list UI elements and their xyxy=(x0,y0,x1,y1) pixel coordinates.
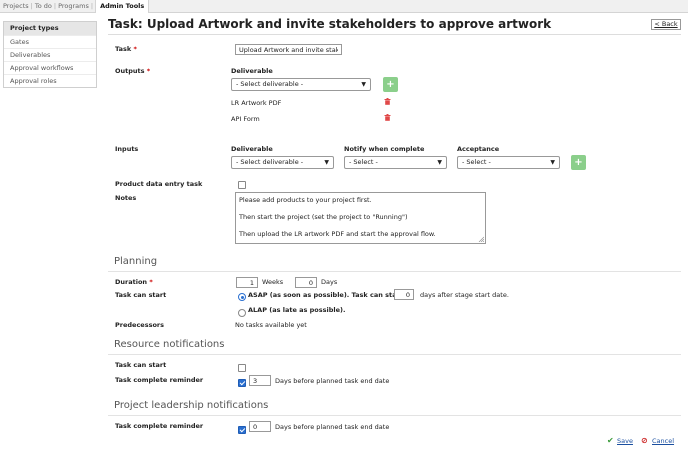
nav-separator: | xyxy=(90,2,94,10)
inputs-notify-header: Notify when complete xyxy=(344,145,425,153)
leadership-reminder-days-input[interactable] xyxy=(249,421,271,432)
duration-label: Duration * xyxy=(115,278,153,286)
asap-radio[interactable] xyxy=(238,293,246,301)
resource-reminder-label: Task complete reminder xyxy=(115,376,204,384)
section-divider xyxy=(108,415,681,416)
cancel-icon: ⊘ xyxy=(641,436,648,445)
inputs-deliverable-header: Deliverable xyxy=(231,145,273,153)
add-input-button[interactable]: + xyxy=(571,155,586,170)
nav-separator: | xyxy=(53,2,57,10)
inputs-label: Inputs xyxy=(115,145,139,153)
notes-line: Please add products to your project firs… xyxy=(239,196,372,204)
dropdown-arrow-icon: ▼ xyxy=(324,159,329,166)
product-data-entry-label: Product data entry task xyxy=(115,180,203,188)
leadership-reminder-checkbox[interactable] xyxy=(238,426,246,434)
asap-suffix: days after stage start date. xyxy=(420,291,509,299)
notes-line: Then start the project (set the project … xyxy=(239,213,408,221)
inputs-acceptance-header: Acceptance xyxy=(457,145,500,153)
alap-radio[interactable] xyxy=(238,309,246,317)
inputs-notify-select[interactable]: - Select - ▼ xyxy=(344,156,447,169)
nav-projects[interactable]: Projects xyxy=(3,2,29,10)
resource-task-can-start-label: Task can start xyxy=(115,361,167,369)
resize-grip-icon[interactable] xyxy=(478,236,484,242)
trash-icon[interactable] xyxy=(384,98,391,105)
nav-separator: | xyxy=(30,2,33,10)
planning-section-title: Planning xyxy=(114,256,158,267)
predecessors-label: Predecessors xyxy=(115,321,164,329)
save-button[interactable]: Save xyxy=(617,437,633,445)
dropdown-arrow-icon: ▼ xyxy=(437,159,442,166)
sidebar-item-gates[interactable]: Gates xyxy=(4,35,96,48)
alap-label: ALAP (as late as possible). xyxy=(248,306,346,314)
trash-icon[interactable] xyxy=(384,114,391,121)
resource-reminder-suffix: Days before planned task end date xyxy=(275,377,390,385)
task-can-start-label: Task can start xyxy=(115,291,167,299)
asap-days-input[interactable] xyxy=(394,289,414,300)
notes-line: Then upload the LR artwork PDF and start… xyxy=(239,230,436,238)
sidebar: Project types Gates Deliverables Approva… xyxy=(3,21,97,88)
section-divider xyxy=(108,354,681,355)
add-output-button[interactable]: + xyxy=(383,77,398,92)
dropdown-arrow-icon: ▼ xyxy=(361,81,366,88)
leadership-reminder-suffix: Days before planned task end date xyxy=(275,423,390,431)
page-title: Task: Upload Artwork and invite stakehol… xyxy=(108,17,552,31)
dropdown-arrow-icon: ▼ xyxy=(550,159,555,166)
output-item: LR Artwork PDF xyxy=(231,99,282,107)
nav-admin-tools[interactable]: Admin Tools xyxy=(95,0,150,13)
output-item: API Form xyxy=(231,115,260,123)
leadership-reminder-label: Task complete reminder xyxy=(115,422,204,430)
product-data-entry-checkbox[interactable] xyxy=(238,181,246,189)
days-unit-label: Days xyxy=(321,278,338,286)
predecessors-value: No tasks available yet xyxy=(235,321,307,329)
outputs-deliverable-header: Deliverable xyxy=(231,67,273,75)
resource-reminder-days-input[interactable] xyxy=(249,375,271,386)
title-divider xyxy=(108,34,681,35)
back-button[interactable]: < Back xyxy=(651,19,681,30)
asap-label: ASAP (as soon as possible). Task can sta… xyxy=(248,291,403,299)
top-navigation: Projects | To do | Programs | Admin Tools xyxy=(0,0,688,13)
sidebar-item-approval-workflows[interactable]: Approval workflows xyxy=(4,61,96,74)
checkmark-icon: ✔ xyxy=(607,436,614,445)
sidebar-item-deliverables[interactable]: Deliverables xyxy=(4,48,96,61)
resource-reminder-checkbox[interactable] xyxy=(238,379,246,387)
section-divider xyxy=(108,271,681,272)
cancel-button[interactable]: Cancel xyxy=(652,437,674,445)
outputs-deliverable-select[interactable]: - Select deliverable - ▼ xyxy=(231,78,371,91)
duration-days-input[interactable] xyxy=(295,277,317,288)
notes-label: Notes xyxy=(115,194,137,202)
sidebar-item-approval-roles[interactable]: Approval roles xyxy=(4,74,96,87)
weeks-unit-label: Weeks xyxy=(262,278,284,286)
leadership-notifications-title: Project leadership notifications xyxy=(114,400,269,411)
resource-task-can-start-checkbox[interactable] xyxy=(238,364,246,372)
sidebar-item-project-types[interactable]: Project types xyxy=(4,22,96,35)
duration-weeks-input[interactable] xyxy=(236,277,258,288)
task-label: Task * xyxy=(115,45,137,53)
resource-notifications-title: Resource notifications xyxy=(114,339,225,350)
inputs-acceptance-select[interactable]: - Select - ▼ xyxy=(457,156,560,169)
outputs-label: Outputs * xyxy=(115,67,151,75)
inputs-deliverable-select[interactable]: - Select deliverable - ▼ xyxy=(231,156,334,169)
nav-programs[interactable]: Programs xyxy=(58,2,89,10)
notes-textarea[interactable]: Please add products to your project firs… xyxy=(235,192,486,244)
task-name-input[interactable] xyxy=(235,44,342,55)
nav-to-do[interactable]: To do xyxy=(35,2,52,10)
